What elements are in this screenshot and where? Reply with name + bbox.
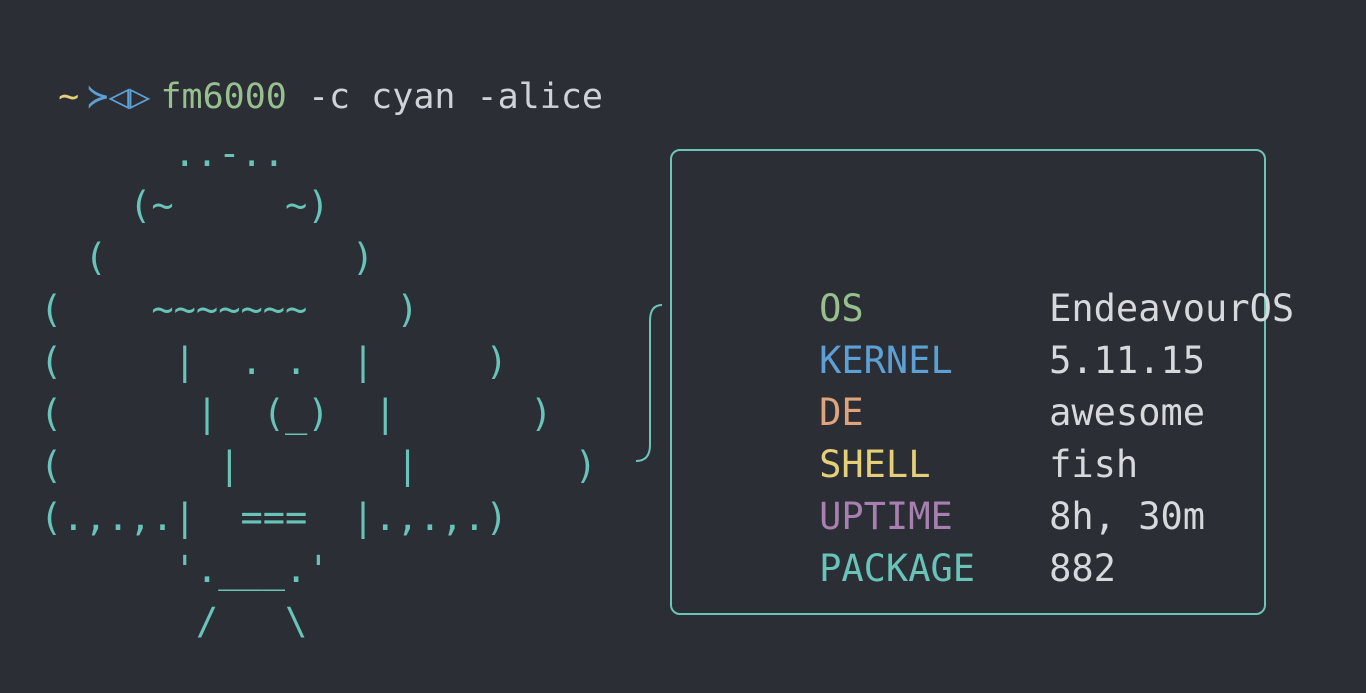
system-info-panel: OS EndeavourOS KERNEL 5.11.15 DE awesome SH… <box>670 149 1294 615</box>
home-directory-indicator: ~ <box>58 77 80 117</box>
speech-bubble-connector <box>635 304 663 462</box>
info-key-package: PACKAGE <box>819 547 976 590</box>
info-value-package: 882 <box>1049 547 1116 590</box>
command-arguments: -c cyan -alice <box>307 77 603 117</box>
info-row-package: PACKAGE 882 <box>730 491 1116 647</box>
command-name: fm6000 <box>160 77 287 117</box>
terminal-prompt-line: ~ ≻◁▷ fm6000 -c cyan -alice <box>16 22 603 122</box>
ascii-art-logo: ..-.. (~ ~) ( ) ( ~~~~~~~ ) ( | . . | ) … <box>40 132 597 643</box>
fish-shell-icon: ≻◁▷ <box>87 77 151 117</box>
